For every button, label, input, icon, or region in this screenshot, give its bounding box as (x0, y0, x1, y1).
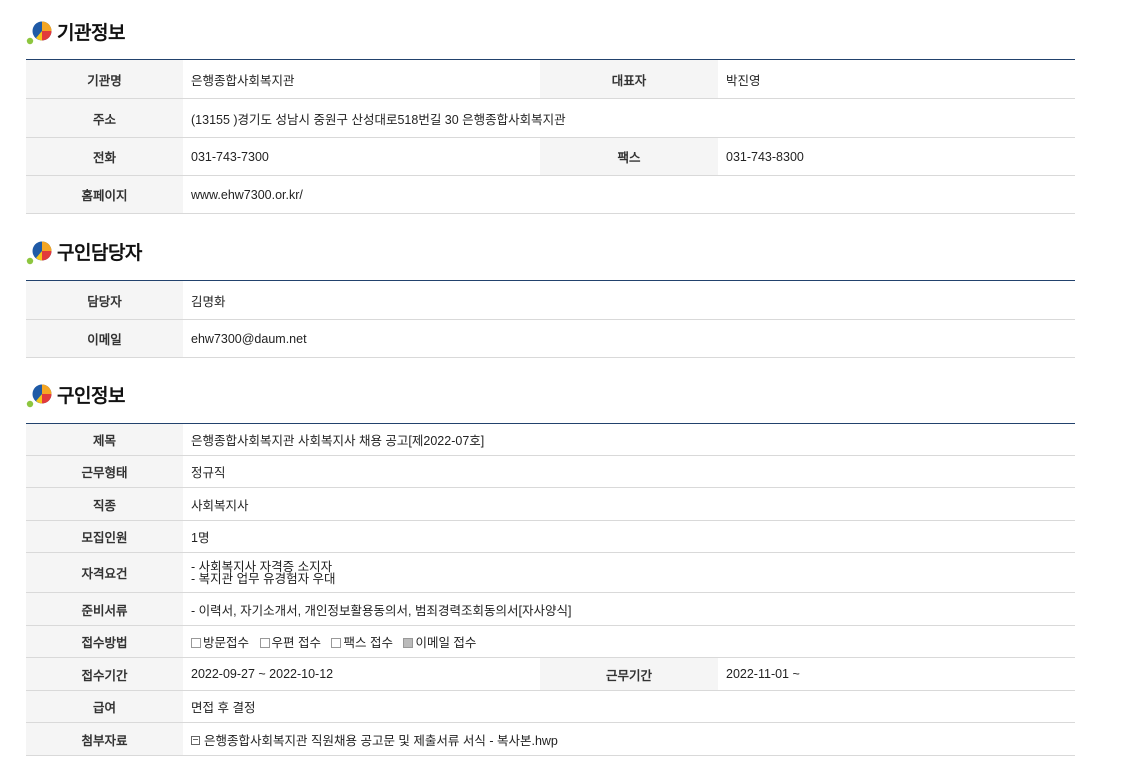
table-row: 근무형태 정규직 (26, 455, 1076, 488)
table-row: 급여 면접 후 결정 (26, 690, 1076, 723)
section-logo-icon (26, 16, 56, 46)
table-row: 접수기간 2022-09-27 ~ 2022-10-12 근무기간 2022-1… (26, 657, 1076, 691)
table-row: 이메일 ehw7300@daum.net (26, 319, 1075, 358)
fax-value: 031-743-8300 (718, 137, 1075, 176)
table-row: 주소 (13155 )경기도 성남시 중원구 산성대로518번길 30 은행종합… (26, 98, 1075, 138)
checkbox-fax (331, 638, 342, 648)
section-heading: 구인담당자 (57, 242, 142, 264)
label-org-name: 기관명 (26, 59, 183, 99)
address-value: (13155 )경기도 성남시 중원구 산성대로518번길 30 은행종합사회복… (183, 98, 1075, 138)
method-fax: 팩스 접수 (331, 636, 393, 650)
work-type-value: 정규직 (183, 455, 1076, 488)
attachment-value: 은행종합사회복지관 직원채용 공고문 및 제출서류 서식 - 복사본.hwp (183, 722, 1076, 756)
method-visit: 방문접수 (191, 636, 249, 650)
method-email: 이메일 접수 (403, 636, 476, 650)
section-logo-icon (26, 379, 56, 409)
category-value: 사회복지사 (183, 487, 1076, 521)
contact-info-table: 담당자 김명화 이메일 ehw7300@daum.net (26, 280, 1075, 358)
table-row: 홈페이지 www.ehw7300.or.kr/ (26, 175, 1075, 214)
label-attachment: 첨부자료 (26, 722, 183, 756)
checkbox-email (403, 638, 414, 648)
org-info-table: 기관명 은행종합사회복지관 대표자 박진영 주소 (13155 )경기도 성남시… (26, 59, 1075, 214)
section-heading: 기관정보 (57, 22, 125, 44)
email-value: ehw7300@daum.net (183, 319, 1075, 358)
method-post: 우편 접수 (259, 636, 321, 650)
label-period: 접수기간 (26, 657, 183, 691)
table-row: 준비서류 - 이력서, 자기소개서, 개인정보활용동의서, 범죄경력조회동의서[… (26, 592, 1076, 626)
label-representative: 대표자 (540, 59, 718, 99)
label-fax: 팩스 (540, 137, 718, 176)
period-value: 2022-09-27 ~ 2022-10-12 (183, 657, 540, 691)
section-title-contact: 구인담당자 (26, 236, 142, 266)
checkbox-post (259, 638, 270, 648)
checkbox-visit (191, 638, 201, 648)
representative-value: 박진영 (718, 59, 1075, 99)
label-address: 주소 (26, 98, 183, 138)
table-row: 전화 031-743-7300 팩스 031-743-8300 (26, 137, 1075, 176)
table-row: 직종 사회복지사 (26, 487, 1076, 521)
documents-value: - 이력서, 자기소개서, 개인정보활용동의서, 범죄경력조회동의서[자사양식] (183, 592, 1076, 626)
label-requirements: 자격요건 (26, 552, 183, 593)
section-logo-icon (26, 236, 56, 266)
label-work-period: 근무기간 (540, 657, 718, 691)
label-phone: 전화 (26, 137, 183, 176)
org-name-value: 은행종합사회복지관 (183, 59, 540, 99)
subject-value: 은행종합사회복지관 사회복지사 채용 공고[제2022-07호] (183, 423, 1076, 456)
label-homepage: 홈페이지 (26, 175, 183, 214)
method-label: 팩스 접수 (343, 636, 393, 650)
requirement-item: - 복지관 업무 유경험자 우대 (191, 571, 336, 586)
salary-value: 면접 후 결정 (183, 690, 1076, 723)
label-headcount: 모집인원 (26, 520, 183, 553)
label-salary: 급여 (26, 690, 183, 723)
homepage-link[interactable]: www.ehw7300.or.kr/ (183, 175, 1075, 214)
method-label: 우편 접수 (271, 636, 321, 650)
phone-value: 031-743-7300 (183, 137, 540, 176)
contact-person-value: 김명화 (183, 280, 1075, 320)
requirement-item: - 사회복지사 자격증 소지자 (191, 559, 333, 574)
section-title-job: 구인정보 (26, 379, 125, 409)
section-heading: 구인정보 (57, 385, 125, 407)
label-subject: 제목 (26, 423, 183, 456)
method-value: 방문접수 우편 접수 팩스 접수 이메일 접수 (183, 625, 1076, 658)
label-email: 이메일 (26, 319, 183, 358)
table-row: 기관명 은행종합사회복지관 대표자 박진영 (26, 59, 1075, 99)
job-info-table: 제목 은행종합사회복지관 사회복지사 채용 공고[제2022-07호] 근무형태… (26, 423, 1076, 756)
table-row: 담당자 김명화 (26, 280, 1075, 320)
section-title-org: 기관정보 (26, 16, 125, 46)
label-contact-person: 담당자 (26, 280, 183, 320)
headcount-value: 1명 (183, 520, 1076, 553)
label-category: 직종 (26, 487, 183, 521)
label-method: 접수방법 (26, 625, 183, 658)
label-work-type: 근무형태 (26, 455, 183, 488)
table-row: 첨부자료 은행종합사회복지관 직원채용 공고문 및 제출서류 서식 - 복사본.… (26, 722, 1076, 756)
table-row: 모집인원 1명 (26, 520, 1076, 553)
attachment-link[interactable]: 은행종합사회복지관 직원채용 공고문 및 제출서류 서식 - 복사본.hwp (204, 734, 558, 748)
table-row: 자격요건 - 사회복지사 자격증 소지자 - 복지관 업무 유경험자 우대 (26, 552, 1076, 593)
label-documents: 준비서류 (26, 592, 183, 626)
method-label: 방문접수 (203, 636, 250, 650)
table-row: 제목 은행종합사회복지관 사회복지사 채용 공고[제2022-07호] (26, 423, 1076, 456)
file-icon (191, 735, 200, 745)
requirements-value: - 사회복지사 자격증 소지자 - 복지관 업무 유경험자 우대 (183, 552, 1076, 593)
method-label: 이메일 접수 (415, 636, 477, 650)
table-row: 접수방법 방문접수 우편 접수 팩스 접수 이메일 접수 (26, 625, 1076, 658)
work-period-value: 2022-11-01 ~ (718, 657, 1076, 691)
